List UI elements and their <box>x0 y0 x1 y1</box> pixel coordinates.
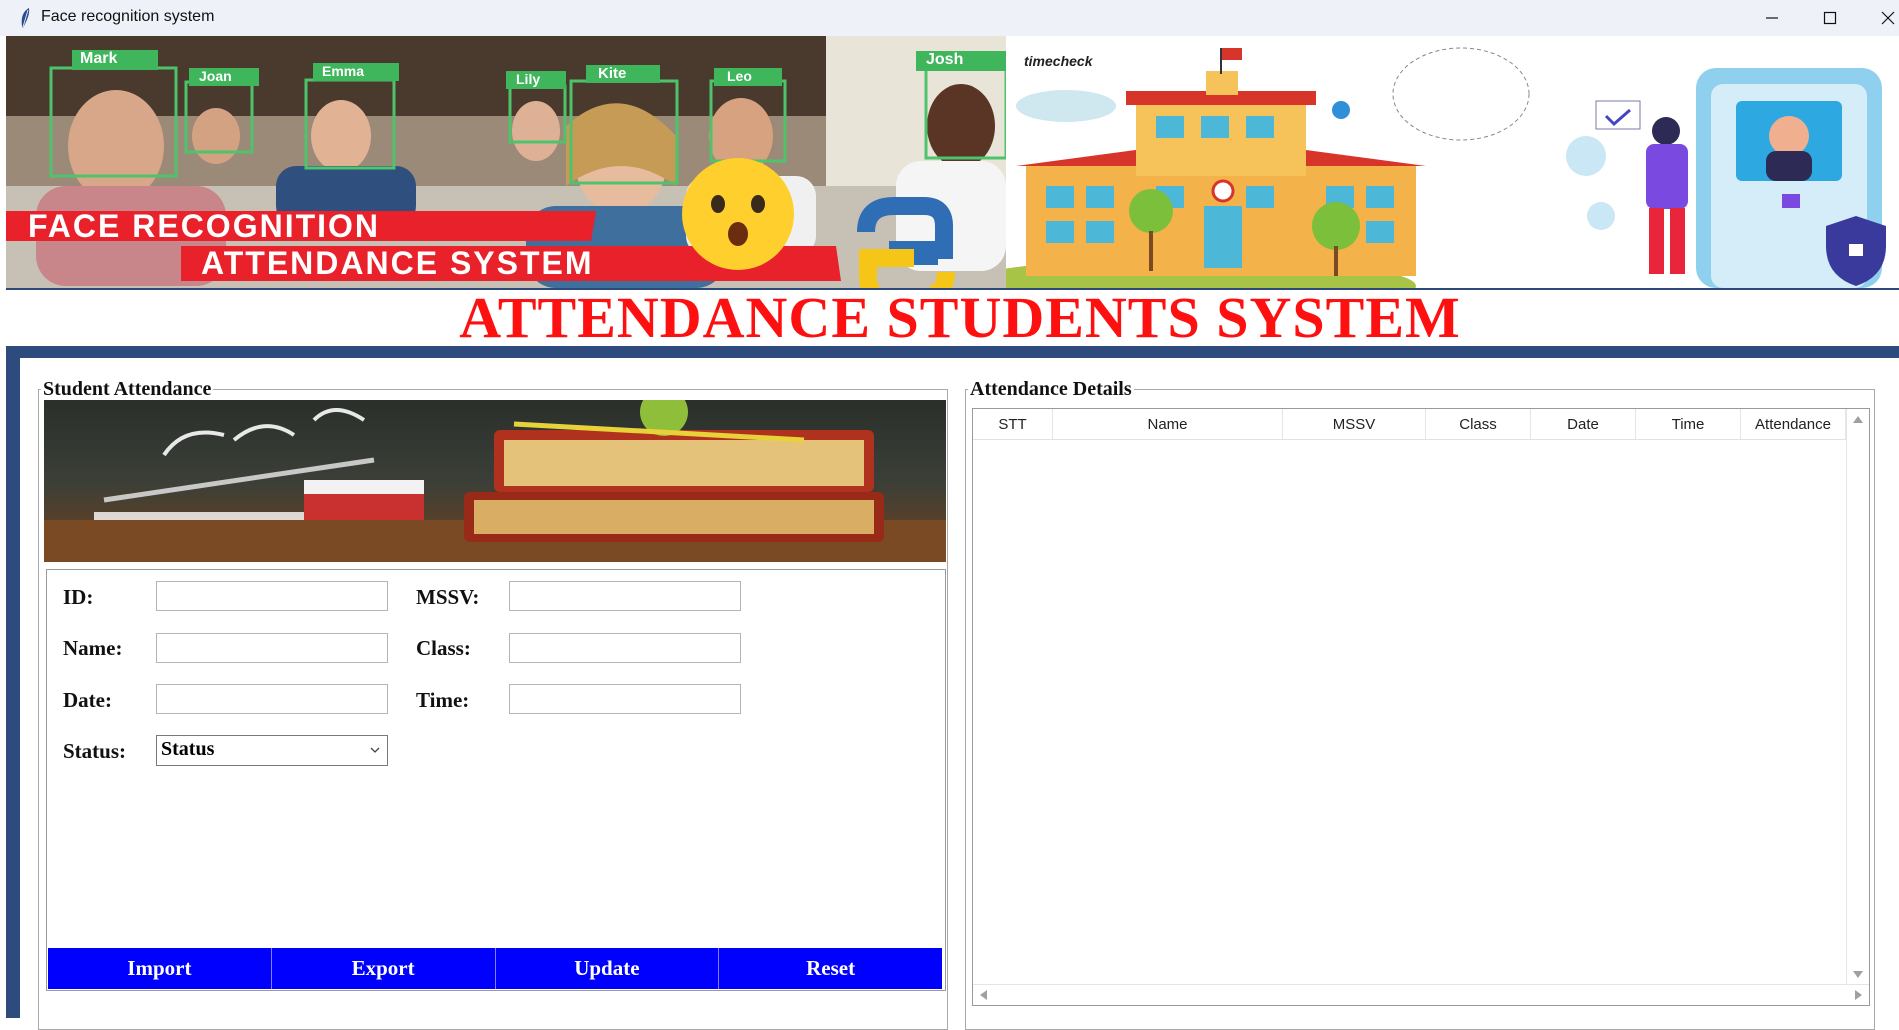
column-header-date[interactable]: Date <box>1531 409 1636 439</box>
column-header-name[interactable]: Name <box>1053 409 1283 439</box>
reset-button[interactable]: Reset <box>719 948 942 989</box>
date-label: Date: <box>63 688 112 712</box>
scroll-left-arrow-icon[interactable] <box>979 990 987 1000</box>
table-header: STT Name MSSV Class Date Time Attendance <box>973 409 1846 440</box>
maximize-icon <box>1823 11 1837 25</box>
time-field[interactable] <box>509 684 741 714</box>
face-label-mark: Mark <box>80 50 118 67</box>
school-banner: timecheck <box>1006 36 1899 288</box>
action-button-row: Import Export Update Reset <box>48 948 942 989</box>
column-header-attendance[interactable]: Attendance <box>1741 409 1846 439</box>
face-recognition-banner: Mark Joan Emma Lily Kite Leo Josh FACE R… <box>6 36 1006 288</box>
feather-icon <box>21 8 30 28</box>
scroll-up-arrow-icon[interactable] <box>1853 415 1863 423</box>
chevron-down-icon <box>370 747 380 753</box>
window-title-bar: Face recognition system <box>0 0 1899 36</box>
import-button[interactable]: Import <box>48 948 272 989</box>
scroll-right-arrow-icon[interactable] <box>1855 990 1863 1000</box>
mssv-field[interactable] <box>509 581 741 611</box>
name-label: Name: <box>63 636 123 660</box>
timecheck-logo: timecheck <box>1024 53 1093 69</box>
banner-line-1: FACE RECOGNITION <box>28 208 381 244</box>
close-window-button[interactable] <box>1859 0 1899 36</box>
time-label: Time: <box>416 688 470 712</box>
date-field[interactable] <box>156 684 388 714</box>
mssv-label: MSSV: <box>416 585 480 609</box>
face-label-josh: Josh <box>926 51 964 68</box>
minimize-icon <box>1766 17 1778 19</box>
maximize-button[interactable] <box>1801 0 1859 36</box>
face-label-kite: Kite <box>598 65 627 82</box>
column-header-class[interactable]: Class <box>1426 409 1531 439</box>
left-frame-edge <box>6 346 20 1018</box>
header-divider <box>6 346 1899 358</box>
horizontal-scrollbar[interactable] <box>973 984 1869 1005</box>
name-field[interactable] <box>156 633 388 663</box>
status-selected-value: Status <box>161 738 215 760</box>
column-header-mssv[interactable]: MSSV <box>1283 409 1426 439</box>
minimize-button[interactable] <box>1743 0 1801 36</box>
page-title: ATTENDANCE STUDENTS SYSTEM <box>459 285 1461 350</box>
id-label: ID: <box>63 585 94 609</box>
class-field[interactable] <box>509 633 741 663</box>
status-label: Status: <box>63 739 127 763</box>
face-label-lily: Lily <box>516 71 541 87</box>
face-label-joan: Joan <box>199 68 232 84</box>
close-icon <box>1881 11 1895 25</box>
attendance-details-legend: Attendance Details <box>970 378 1132 400</box>
school-illustration <box>1006 47 1886 288</box>
class-label: Class: <box>416 636 471 660</box>
face-label-emma: Emma <box>322 63 365 79</box>
id-field[interactable] <box>156 581 388 611</box>
window-title: Face recognition system <box>41 8 215 25</box>
attendance-table[interactable]: STT Name MSSV Class Date Time Attendance <box>972 408 1870 1006</box>
school-supplies-image <box>44 400 946 562</box>
column-header-stt[interactable]: STT <box>973 409 1053 439</box>
banner-line-2: ATTENDANCE SYSTEM <box>201 245 594 281</box>
status-dropdown[interactable]: Status <box>156 735 388 766</box>
update-button[interactable]: Update <box>495 948 720 989</box>
student-attendance-legend: Student Attendance <box>43 378 212 400</box>
face-label-leo: Leo <box>727 68 752 84</box>
column-header-time[interactable]: Time <box>1636 409 1741 439</box>
scroll-down-arrow-icon[interactable] <box>1853 971 1863 979</box>
export-button[interactable]: Export <box>271 948 496 989</box>
vertical-scrollbar[interactable] <box>1846 409 1869 985</box>
